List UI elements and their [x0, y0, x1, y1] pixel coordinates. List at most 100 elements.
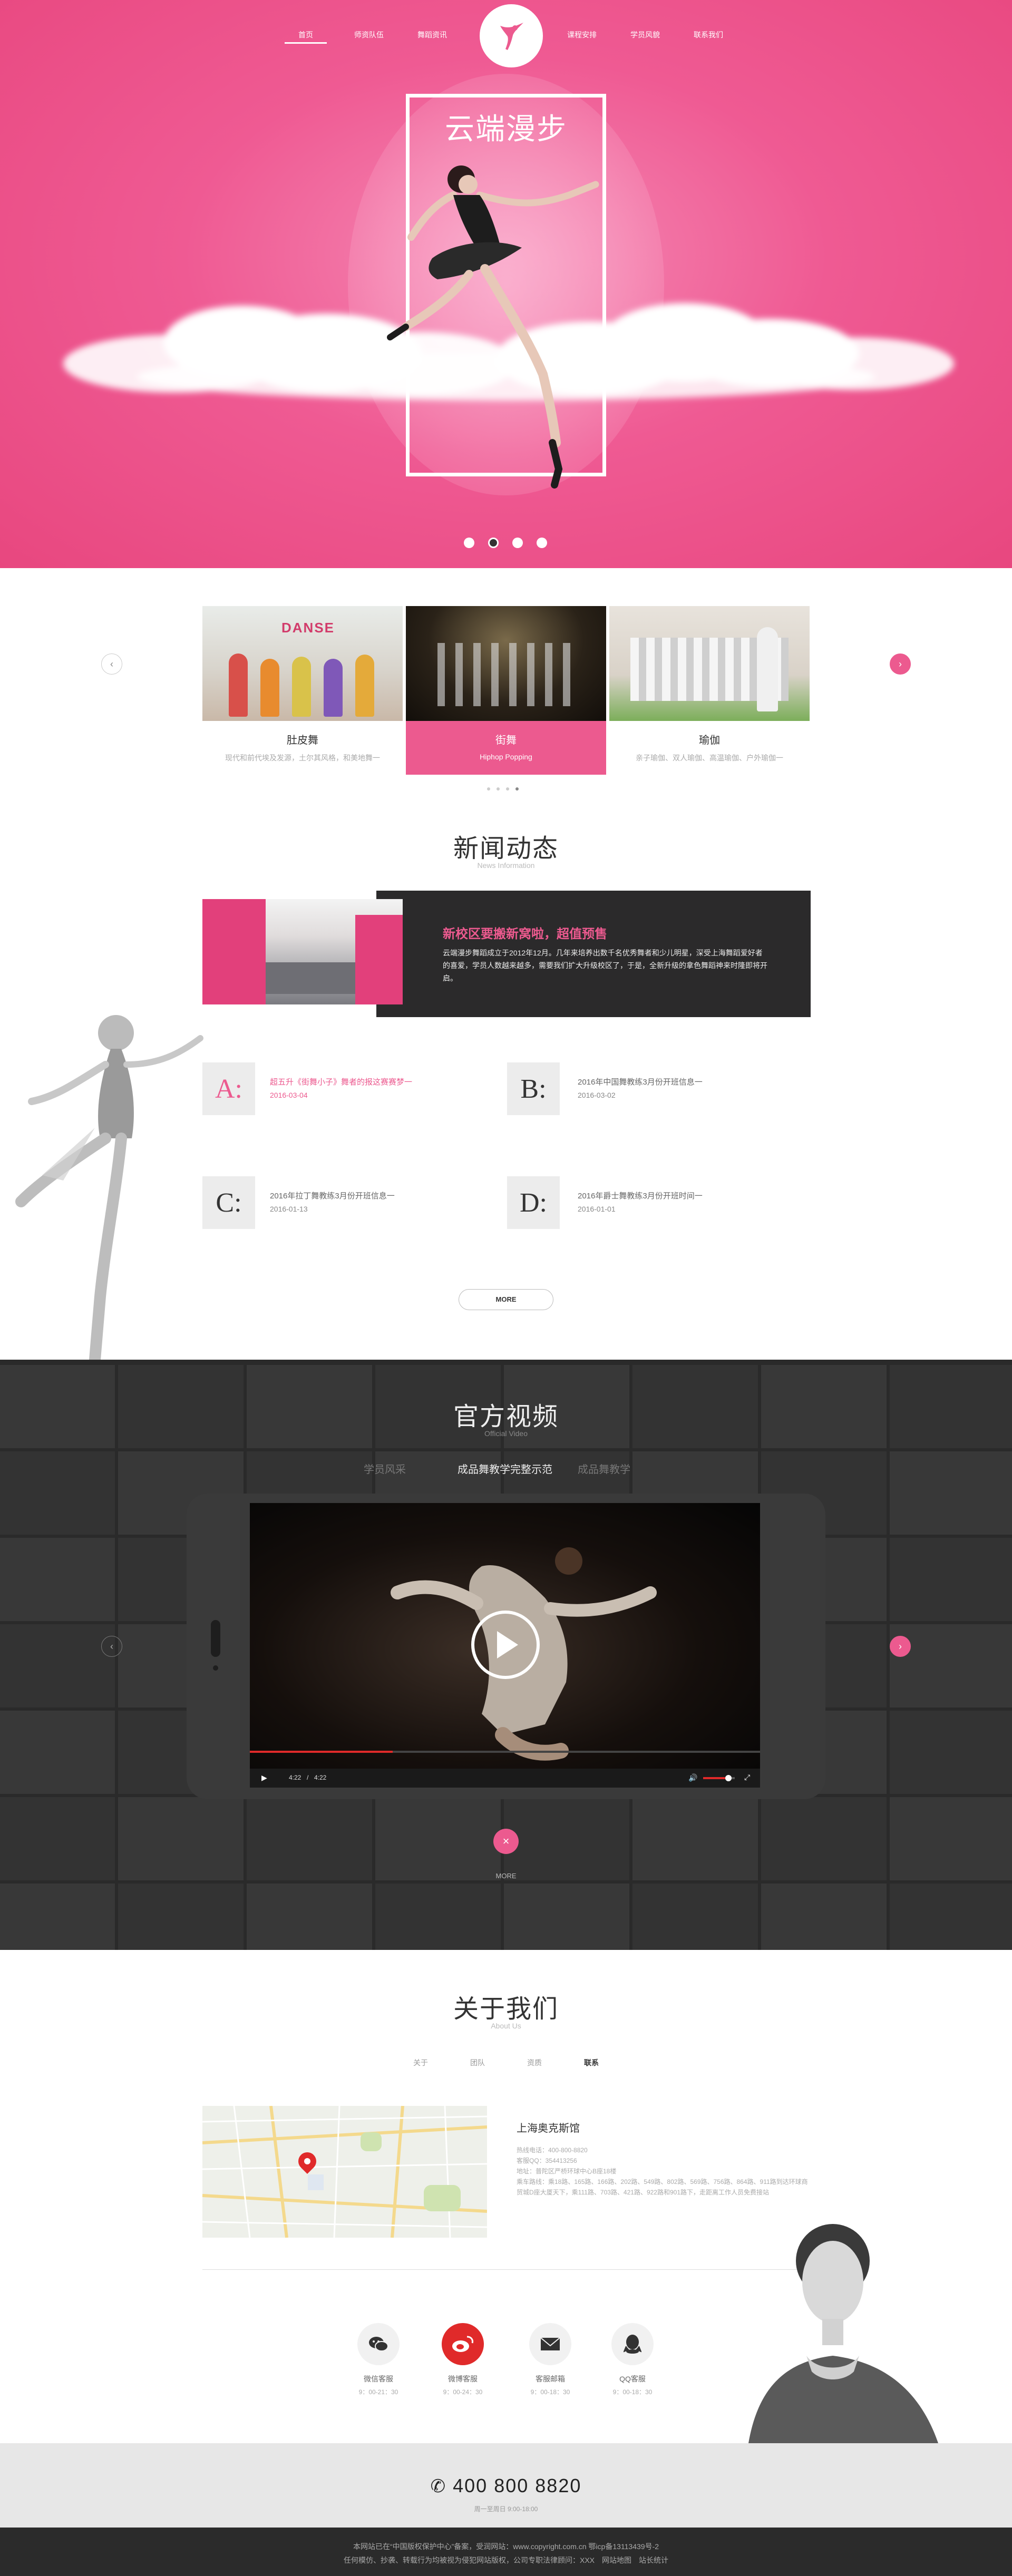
courses-next-button[interactable]: ›	[890, 653, 911, 675]
about-tab-team[interactable]: 团队	[470, 2057, 485, 2068]
volume-icon[interactable]: 🔊	[688, 1773, 697, 1782]
news-item-title[interactable]: 超五升《街舞小子》舞者的报这赛赛梦一	[270, 1076, 412, 1087]
site-logo[interactable]	[480, 4, 543, 67]
nav-contact[interactable]: 联系我们	[677, 30, 740, 40]
news-more-button[interactable]: MORE	[459, 1289, 553, 1310]
video-background-tile	[890, 1884, 1012, 1950]
news-feature-image[interactable]	[202, 899, 403, 1004]
course-dot-2[interactable]	[497, 787, 500, 791]
video-time-separator: /	[307, 1774, 309, 1781]
mirror-sign-decor: DANSE	[281, 620, 335, 636]
video-background-tile	[247, 1884, 372, 1950]
hotline-hours: 周一至周日 9:00-18:00	[474, 2505, 538, 2513]
news-item-title[interactable]: 2016年爵士舞教练3月份开班时间一	[578, 1190, 703, 1201]
news-feature-title[interactable]: 新校区要搬新窝啦，超值预售	[443, 923, 607, 942]
dancer-figure	[324, 659, 343, 717]
dancers-group	[437, 643, 575, 706]
course-dot-1[interactable]	[487, 787, 490, 791]
chevron-left-icon: ‹	[110, 658, 113, 669]
contact-qq[interactable]: QQ客服 9：00-18：30	[601, 2323, 664, 2396]
contact-label: QQ客服	[619, 2375, 646, 2383]
slide-dot-2[interactable]	[488, 538, 499, 548]
video-background-tile	[890, 1538, 1012, 1621]
weibo-icon	[442, 2323, 484, 2365]
video-background-tile	[0, 1711, 115, 1794]
contact-weibo[interactable]: 微博客服 9：00-24：30	[431, 2323, 494, 2396]
dancer-figure	[260, 659, 279, 717]
fullscreen-icon[interactable]: ⤢	[744, 1773, 750, 1782]
video-background-tile	[890, 1797, 1012, 1880]
video-tab-teaching[interactable]: 成品舞教学	[578, 1461, 630, 1476]
yoga-image	[609, 606, 810, 721]
slide-dot-3[interactable]	[512, 538, 523, 548]
slide-dot-1[interactable]	[464, 538, 474, 548]
yoga-instructor	[757, 627, 778, 711]
about-section-subtitle: About Us	[491, 2022, 521, 2030]
contact-mail[interactable]: 客服邮箱 9：00-18：30	[519, 2323, 582, 2396]
nav-courses[interactable]: 课程安排	[550, 30, 614, 40]
slide-dot-4[interactable]	[537, 538, 547, 548]
video-background-tile	[0, 1797, 115, 1880]
play-icon	[497, 1631, 518, 1658]
about-tab-qualification[interactable]: 资质	[527, 2057, 542, 2068]
news-feature-text: 云端漫步舞蹈成立于2012年12月。几年来培养出数千名优秀舞者和少儿明星，深受上…	[443, 949, 767, 982]
courses-prev-button[interactable]: ‹	[101, 653, 122, 675]
video-tab-demo[interactable]: 成品舞教学完整示范	[458, 1461, 552, 1476]
dancer-logo-icon	[500, 23, 523, 50]
nav-students[interactable]: 学员风貌	[614, 30, 677, 40]
video-background-tile	[0, 1538, 115, 1621]
news-item-title[interactable]: 2016年拉丁舞教练3月份开班信息一	[270, 1190, 395, 1201]
play-button[interactable]	[471, 1611, 540, 1679]
phone-button	[211, 1620, 220, 1657]
contact-label: 微博客服	[448, 2375, 478, 2383]
course-subtitle: 亲子瑜伽、双人瑜伽、高温瑜伽、户外瑜伽一	[636, 754, 783, 762]
video-controls: ▶ 4:22 / 4:22 🔊 ⤢	[250, 1769, 760, 1788]
video-close-button[interactable]: ×	[493, 1829, 519, 1854]
chevron-left-icon: ‹	[110, 1641, 113, 1652]
dancer-decoration-image	[15, 1015, 203, 1365]
course-card-hiphop[interactable]: 街舞 Hiphop Popping	[406, 606, 606, 775]
video-background-tile	[375, 1884, 501, 1950]
about-tab-about[interactable]: 关于	[413, 2057, 428, 2068]
video-background-tile	[632, 1884, 758, 1950]
contact-wechat[interactable]: 微信客服 9：00-21：30	[347, 2323, 410, 2396]
video-more-link[interactable]: MORE	[0, 1872, 1012, 1880]
hiphop-image	[406, 606, 606, 721]
video-background-tile	[247, 1797, 372, 1880]
video-background-tile	[118, 1797, 244, 1880]
news-item-title[interactable]: 2016年中国舞教练3月份开班信息一	[578, 1076, 703, 1087]
video-background-tile	[632, 1797, 758, 1880]
course-card-yoga[interactable]: 瑜伽 亲子瑜伽、双人瑜伽、高温瑜伽、户外瑜伽一	[609, 606, 810, 775]
video-prev-button[interactable]: ‹	[101, 1636, 122, 1657]
hotline[interactable]: ✆ 400 800 8820	[0, 2475, 1012, 2497]
about-tab-contact[interactable]: 联系	[584, 2057, 599, 2068]
course-title: 肚皮舞	[287, 735, 318, 746]
chevron-right-icon: ›	[899, 658, 902, 669]
contact-hours: 9：00-18：30	[612, 2388, 653, 2396]
location-map[interactable]	[202, 2106, 487, 2238]
video-next-button[interactable]: ›	[890, 1636, 911, 1657]
map-image	[202, 2106, 487, 2238]
course-card-bellydance[interactable]: DANSE 肚皮舞 现代和前代埃及发源，土尔其风格，和美地舞一	[202, 606, 403, 775]
play-small-icon[interactable]: ▶	[261, 1773, 267, 1782]
video-background-tile	[761, 1884, 887, 1950]
nav-active-underline	[285, 42, 327, 44]
course-subtitle: 现代和前代埃及发源，土尔其风格，和美地舞一	[225, 754, 380, 762]
hero-banner: 首页 师资队伍 舞蹈资讯 课程安排 学员风貌 联系我们 云端漫步	[0, 0, 1012, 568]
close-icon: ×	[502, 1835, 510, 1848]
nav-home[interactable]: 首页	[274, 30, 337, 40]
course-dot-4[interactable]	[515, 787, 519, 791]
course-dot-3[interactable]	[506, 787, 509, 791]
video-time-current: 4:22	[289, 1774, 301, 1781]
nav-teachers[interactable]: 师资队伍	[337, 30, 401, 40]
venue-name: 上海奥克斯馆	[517, 2123, 580, 2134]
footer-legal-line: 任何模仿、抄袭、转载行为均被视为侵犯网站版权，公司专职法律顾问：XXX 网站地图…	[343, 2556, 668, 2564]
hotline-number: 400 800 8820	[453, 2475, 582, 2496]
contact-label: 微信客服	[364, 2375, 393, 2383]
nav-news[interactable]: 舞蹈资讯	[401, 30, 464, 40]
qq-icon	[611, 2323, 654, 2365]
video-tab-students[interactable]: 学员风采	[364, 1461, 406, 1476]
contact-hours: 9：00-24：30	[443, 2388, 483, 2396]
news-item-date: 2016-03-04	[270, 1091, 308, 1099]
volume-knob[interactable]	[725, 1775, 732, 1781]
